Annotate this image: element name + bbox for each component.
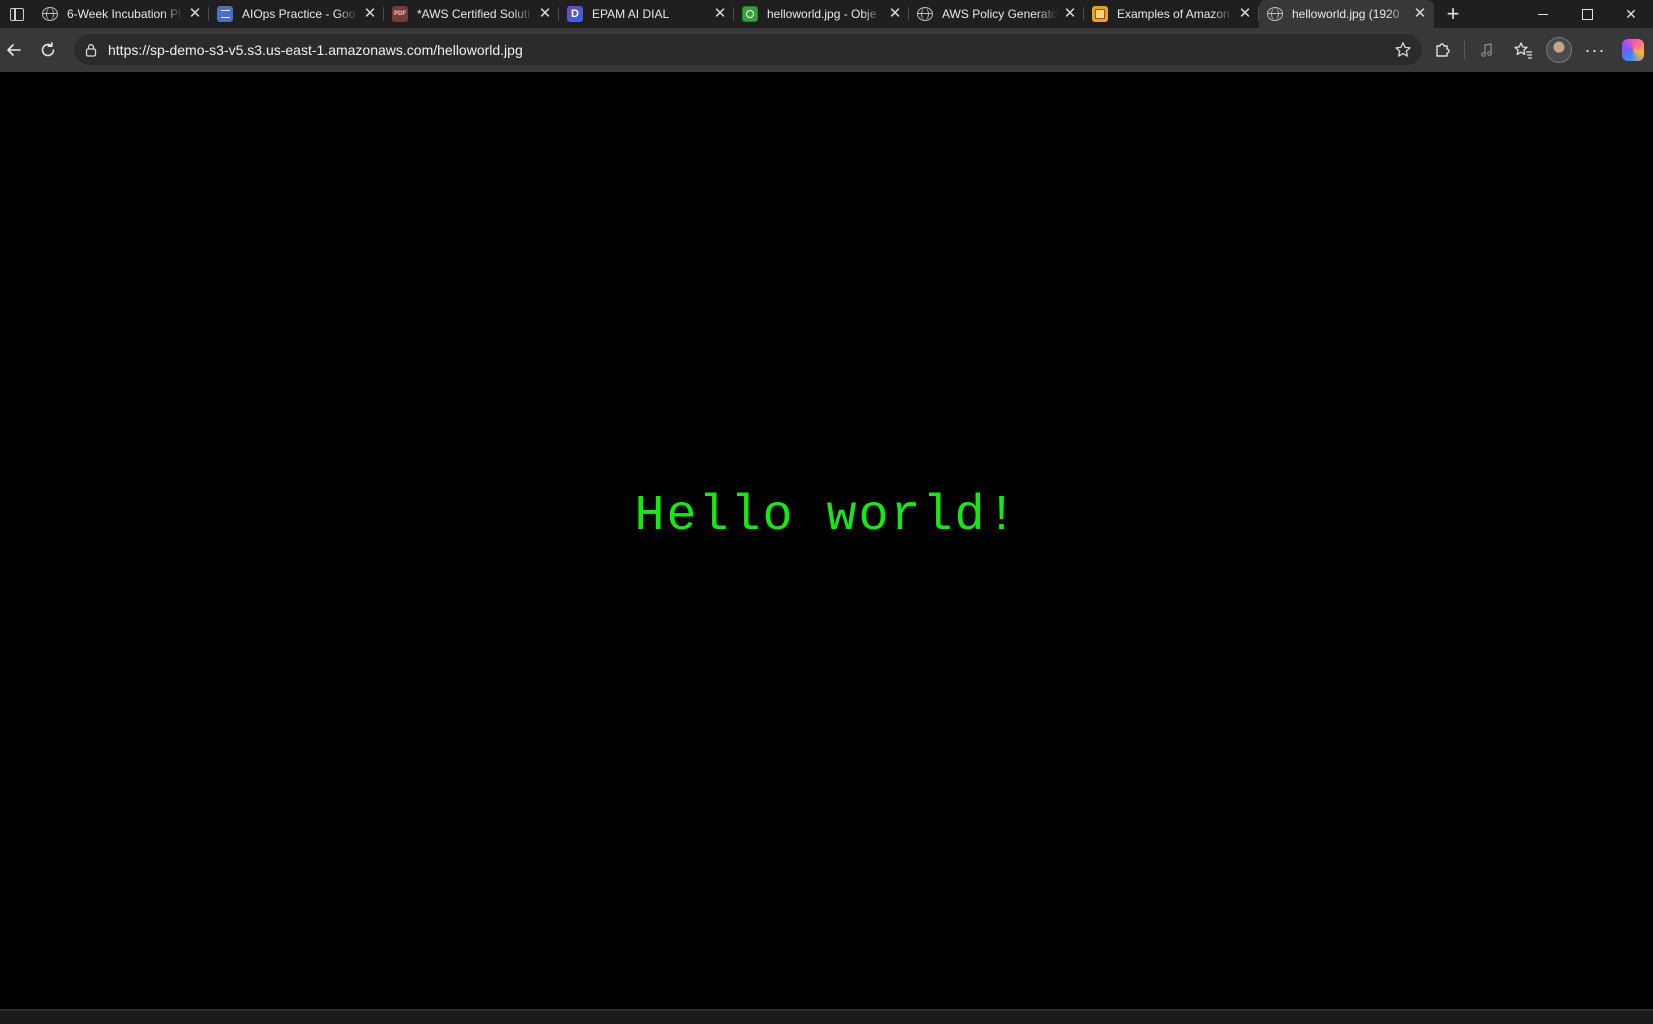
read-aloud-button[interactable] (1469, 36, 1505, 64)
s3-icon (742, 6, 758, 22)
profile-button[interactable] (1541, 36, 1577, 64)
tab-title: 6-Week Incubation Pl (67, 7, 181, 21)
tab-title: helloworld.jpg (1920 (1292, 7, 1400, 21)
tab-strip: 6-Week Incubation Pl ✕ AIOps Practice - … (0, 0, 1653, 28)
back-button[interactable] (0, 36, 28, 64)
tab-aws-certified[interactable]: PDF *AWS Certified Soluti ✕ (384, 0, 559, 28)
dial-icon: D (567, 6, 583, 22)
close-icon[interactable]: ✕ (1062, 6, 1078, 22)
pdf-icon: PDF (392, 6, 408, 22)
tab-actions-icon (10, 7, 24, 21)
box-icon (1092, 6, 1108, 22)
image-viewer: Hello world! (0, 72, 1653, 1009)
close-icon[interactable]: ✕ (1237, 6, 1253, 22)
close-icon[interactable]: ✕ (1412, 6, 1428, 22)
close-window-button[interactable]: ✕ (1609, 0, 1653, 28)
favorites-button[interactable] (1505, 36, 1541, 64)
tab-examples-amazon[interactable]: Examples of Amazon ✕ (1084, 0, 1259, 28)
reload-icon (41, 42, 55, 57)
tab-epam-ai-dial[interactable]: D EPAM AI DIAL ✕ (559, 0, 734, 28)
tab-title: AIOps Practice - Goo (242, 7, 356, 21)
close-icon[interactable]: ✕ (537, 6, 553, 22)
tab-aiops-practice[interactable]: AIOps Practice - Goo ✕ (209, 0, 384, 28)
minimize-icon (1538, 13, 1548, 15)
minimize-button[interactable] (1521, 0, 1565, 28)
window-bottom-edge (0, 1009, 1653, 1024)
close-icon[interactable]: ✕ (362, 6, 378, 22)
avatar (1546, 37, 1572, 63)
puzzle-icon (1436, 43, 1450, 57)
browser-toolbar: https://sp-demo-s3-v5.s3.us-east-1.amazo… (0, 28, 1653, 72)
copilot-button[interactable] (1613, 36, 1653, 64)
tab-s3-object[interactable]: helloworld.jpg - Obje ✕ (734, 0, 909, 28)
new-tab-button[interactable]: + (1436, 0, 1470, 28)
music-note-icon (1481, 43, 1492, 57)
docs-icon (217, 6, 233, 22)
tab-actions-button[interactable] (0, 0, 34, 28)
tab-list: 6-Week Incubation Pl ✕ AIOps Practice - … (34, 0, 1434, 28)
globe-icon (1267, 7, 1283, 21)
extensions-button[interactable] (1424, 36, 1460, 64)
favorite-star-icon[interactable] (1394, 41, 1412, 59)
close-icon[interactable]: ✕ (712, 6, 728, 22)
ellipsis-icon: ··· (1584, 39, 1606, 60)
image-text: Hello world! (634, 488, 1019, 545)
tab-title: Examples of Amazon (1117, 7, 1230, 21)
close-icon: ✕ (1625, 5, 1637, 22)
tab-title: EPAM AI DIAL (592, 7, 670, 21)
tab-title: AWS Policy Generator (942, 7, 1058, 21)
tab-helloworld-active[interactable]: helloworld.jpg (1920 ✕ (1259, 0, 1434, 28)
close-icon[interactable]: ✕ (187, 6, 203, 22)
tab-title: helloworld.jpg - Obje (767, 7, 877, 21)
address-bar[interactable]: https://sp-demo-s3-v5.s3.us-east-1.amazo… (74, 34, 1422, 65)
url-text[interactable]: https://sp-demo-s3-v5.s3.us-east-1.amazo… (108, 42, 1394, 58)
tab-incubation[interactable]: 6-Week Incubation Pl ✕ (34, 0, 209, 28)
settings-more-button[interactable]: ··· (1577, 36, 1613, 64)
globe-icon (42, 7, 58, 21)
toolbar-divider (1464, 41, 1465, 59)
maximize-button[interactable] (1565, 0, 1609, 28)
copilot-icon (1622, 39, 1644, 61)
lock-icon[interactable] (84, 43, 98, 57)
favorites-list-icon (1514, 42, 1532, 59)
plus-icon: + (1446, 1, 1460, 26)
back-arrow-icon (7, 44, 21, 56)
toolbar-right-actions: ··· (1424, 28, 1653, 72)
tab-aws-policy-generator[interactable]: AWS Policy Generator ✕ (909, 0, 1084, 28)
maximize-icon (1581, 8, 1593, 20)
window-controls: ✕ (1521, 0, 1653, 28)
close-icon[interactable]: ✕ (887, 6, 903, 22)
globe-icon (917, 7, 933, 21)
tab-title: *AWS Certified Soluti (417, 7, 530, 21)
reload-button[interactable] (34, 36, 62, 64)
